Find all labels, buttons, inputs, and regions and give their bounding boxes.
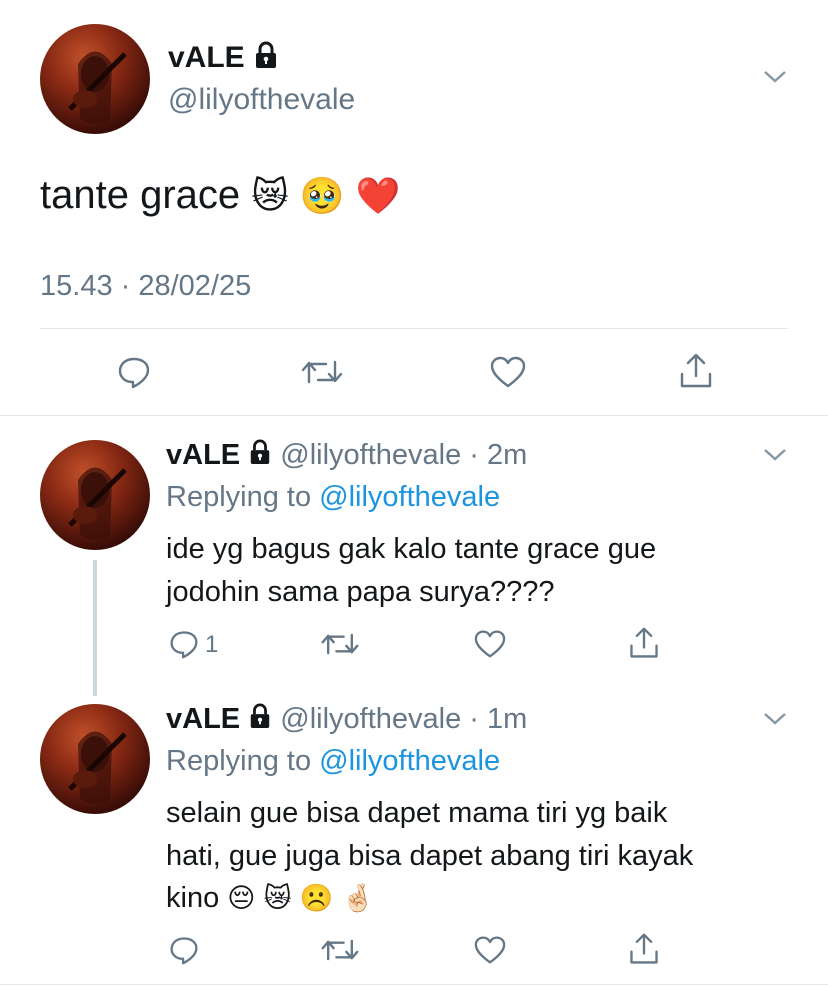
avatar[interactable] <box>40 704 150 814</box>
like-icon[interactable] <box>470 932 510 968</box>
relative-time: · 2m <box>469 439 528 471</box>
pleading-face-emoji: 🥹 <box>299 176 345 217</box>
share-icon[interactable] <box>624 624 664 662</box>
avatar[interactable] <box>40 440 150 550</box>
crying-cat-emoji: 😿 <box>251 176 289 217</box>
reply-text-line: jodohin sama papa surya???? <box>166 576 555 608</box>
section-divider <box>0 415 828 416</box>
timestamp[interactable]: 15.43 · 28/02/25 <box>40 268 251 304</box>
divider <box>40 328 788 329</box>
reply-header: vALE @lilyofthevale · 2m <box>166 437 527 474</box>
crossed-fingers-emoji: 🤞🏻 <box>341 883 376 914</box>
red-heart-emoji: ❤️ <box>355 176 401 217</box>
thread-line <box>93 560 97 696</box>
chevron-down-icon[interactable] <box>762 446 788 469</box>
reply-count: 1 <box>205 631 219 658</box>
lock-icon <box>248 438 272 474</box>
replying-to: Replying to @lilyofthevale <box>166 481 501 513</box>
chevron-down-icon[interactable] <box>762 710 788 733</box>
reply-text-line: ide yg bagus gak kalo tante grace gue <box>166 533 657 565</box>
like-icon[interactable] <box>470 626 510 662</box>
reply-text-line: selain gue bisa dapet mama tiri yg baik <box>166 797 668 829</box>
lock-icon <box>248 702 272 738</box>
avatar[interactable] <box>40 24 150 134</box>
display-name[interactable]: vALE <box>168 41 245 74</box>
reply-text-line: hati, gue juga bisa dapet abang tiri kay… <box>166 840 694 872</box>
crying-cat-emoji: 😿 <box>263 883 292 914</box>
share-icon[interactable] <box>624 930 664 968</box>
reply-text-line-with-emojis: kino 😔 😿 ☹️ 🤞🏻 <box>166 882 376 914</box>
handle[interactable]: @lilyofthevale <box>280 439 461 471</box>
retweet-icon[interactable] <box>318 932 362 968</box>
tweet-text: tante grace 😿 🥹 ❤️ <box>40 173 401 217</box>
display-name[interactable]: vALE <box>166 439 240 471</box>
share-icon[interactable] <box>674 350 718 392</box>
retweet-icon[interactable] <box>318 626 362 662</box>
reply-icon[interactable] <box>166 626 202 662</box>
chevron-down-icon[interactable] <box>762 68 788 91</box>
reply-icon[interactable] <box>166 932 202 968</box>
retweet-icon[interactable] <box>298 352 346 392</box>
lock-icon <box>253 41 279 78</box>
replying-to: Replying to @lilyofthevale <box>166 745 501 777</box>
frowning-face-emoji: ☹️ <box>299 883 334 914</box>
replying-to-link[interactable]: @lilyofthevale <box>319 745 500 777</box>
reply-icon[interactable] <box>112 352 156 392</box>
like-icon[interactable] <box>486 352 530 392</box>
bottom-divider <box>0 984 828 985</box>
reply-header: vALE @lilyofthevale · 1m <box>166 701 527 738</box>
handle[interactable]: @lilyofthevale <box>168 82 355 118</box>
replying-to-link[interactable]: @lilyofthevale <box>319 481 500 513</box>
relative-time: · 1m <box>469 703 528 735</box>
pensive-face-emoji: 😔 <box>227 883 256 914</box>
handle[interactable]: @lilyofthevale <box>280 703 461 735</box>
display-name[interactable]: vALE <box>166 703 240 735</box>
